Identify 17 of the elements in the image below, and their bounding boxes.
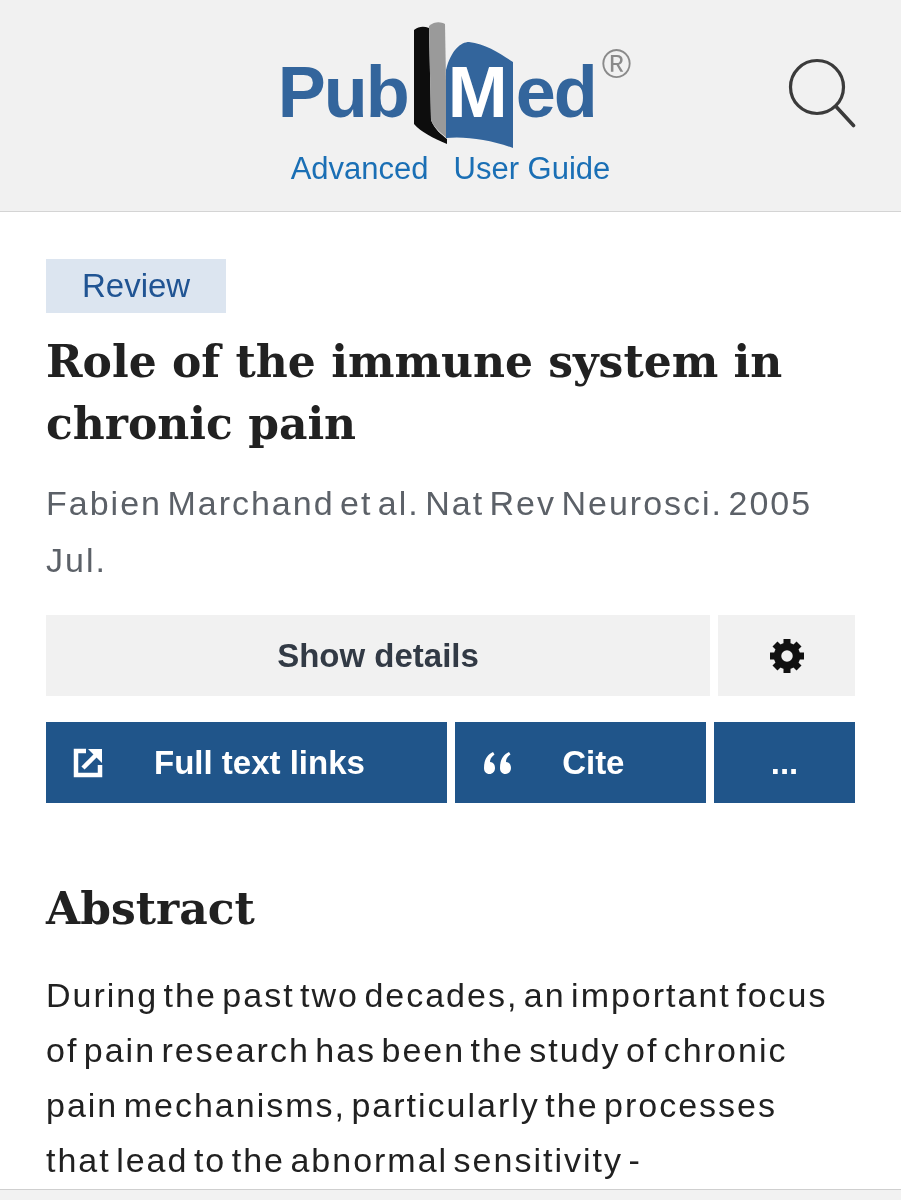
show-details-button[interactable]: Show details	[46, 615, 710, 696]
abstract-heading: Abstract	[46, 882, 255, 936]
search-icon[interactable]	[788, 58, 856, 128]
cite-button[interactable]: Cite	[455, 722, 707, 803]
logo-text: Pub	[277, 52, 408, 132]
article-title: Role of the immune system in chronic pain	[46, 335, 784, 451]
full-text-links-button[interactable]: Full text links	[46, 722, 448, 803]
more-button[interactable]: ...	[714, 722, 855, 803]
settings-button[interactable]	[718, 615, 855, 696]
external-link-icon	[72, 746, 104, 779]
publication-type-badge: Review	[46, 259, 227, 313]
abstract-text: During the past two decades, an important focus of pain research has been the study of chronic pain mechanisms, particularly the processes that lead to the abnormal sensitivity -	[46, 975, 829, 1181]
nav-link[interactable]: User Guide	[453, 151, 611, 187]
nav-link[interactable]: Advanced	[290, 151, 429, 187]
settings-icon	[768, 637, 805, 674]
citation-text: Fabien Marchand et al. Nat Rev Neurosci. 2005 Jul.	[46, 483, 814, 581]
registered-mark: ®	[601, 44, 632, 84]
